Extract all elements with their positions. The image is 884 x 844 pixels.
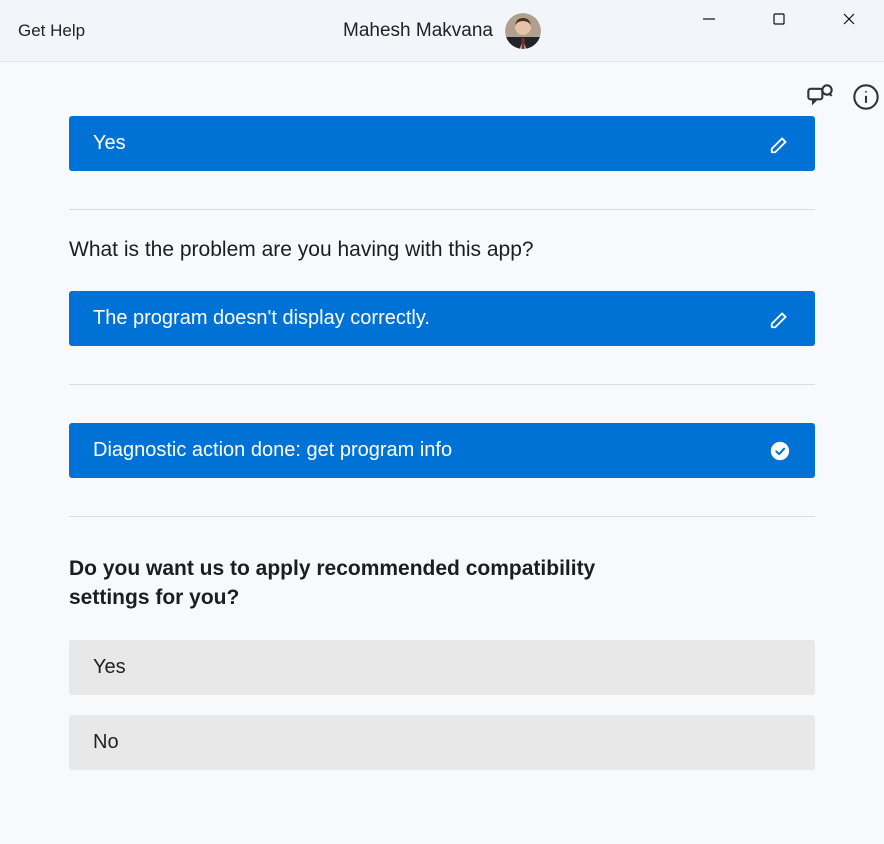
answer-block-yes[interactable]: Yes bbox=[69, 116, 815, 171]
answer-block-problem[interactable]: The program doesn't display correctly. bbox=[69, 291, 815, 346]
titlebar: Get Help Mahesh Makvana bbox=[0, 0, 884, 62]
question-apply-settings: Do you want us to apply recommended comp… bbox=[69, 555, 669, 612]
app-title: Get Help bbox=[14, 21, 85, 41]
window-controls bbox=[674, 0, 884, 38]
question-app-problem: What is the problem are you having with … bbox=[69, 236, 815, 263]
content: Yes What is the problem are you having w… bbox=[69, 106, 815, 770]
toolbar bbox=[0, 62, 884, 106]
edit-icon[interactable] bbox=[769, 133, 791, 155]
user-name: Mahesh Makvana bbox=[343, 20, 493, 42]
maximize-button[interactable] bbox=[744, 0, 814, 38]
diagnostic-block[interactable]: Diagnostic action done: get program info bbox=[69, 423, 815, 478]
titlebar-center: Mahesh Makvana bbox=[343, 13, 541, 49]
divider bbox=[69, 209, 815, 210]
feedback-icon[interactable] bbox=[806, 83, 834, 111]
edit-icon[interactable] bbox=[769, 308, 791, 330]
option-no[interactable]: No bbox=[69, 715, 815, 770]
avatar[interactable] bbox=[505, 13, 541, 49]
checkmark-icon bbox=[769, 440, 791, 462]
answer-text: The program doesn't display correctly. bbox=[93, 307, 769, 330]
minimize-button[interactable] bbox=[674, 0, 744, 38]
diagnostic-text: Diagnostic action done: get program info bbox=[93, 439, 769, 462]
option-yes[interactable]: Yes bbox=[69, 640, 815, 695]
divider bbox=[69, 516, 815, 517]
divider bbox=[69, 384, 815, 385]
info-icon[interactable] bbox=[852, 83, 880, 111]
close-button[interactable] bbox=[814, 0, 884, 38]
answer-text: Yes bbox=[93, 132, 769, 155]
